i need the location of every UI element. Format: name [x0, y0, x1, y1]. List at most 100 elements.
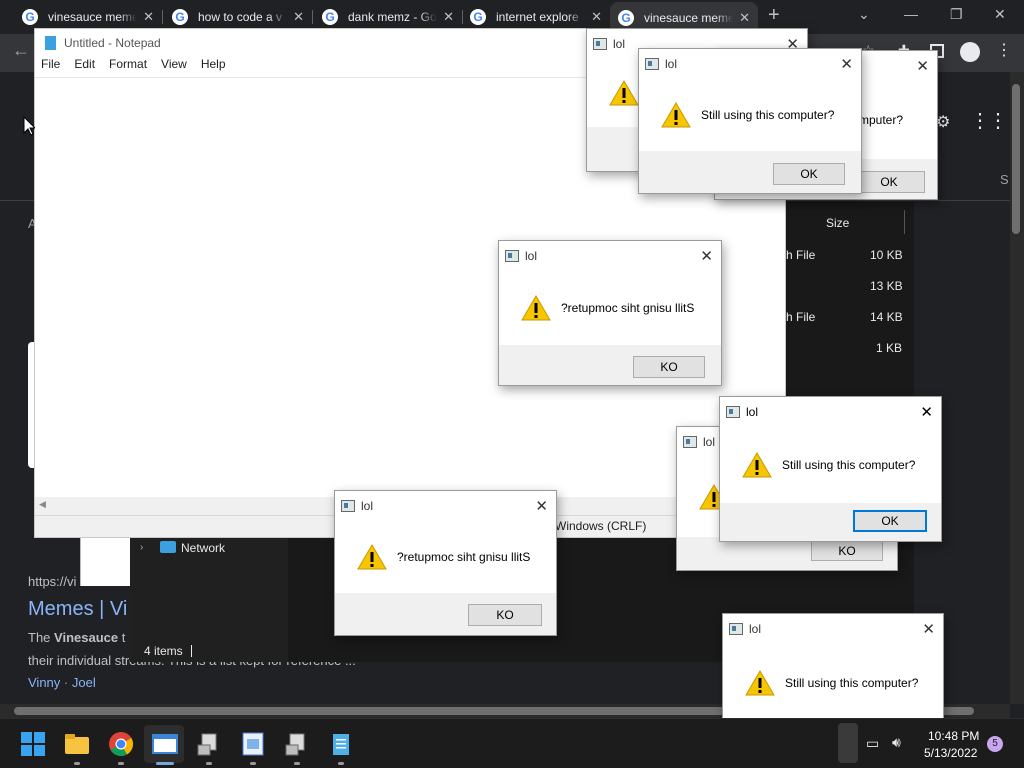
app-icon: [645, 58, 659, 70]
close-window-icon[interactable]: ✕: [994, 6, 1006, 23]
volume-icon[interactable]: 🔊︎: [892, 734, 901, 751]
ok-button[interactable]: OK: [853, 510, 927, 532]
scroll-left-icon[interactable]: ◀: [39, 499, 46, 510]
dialog-message-reversed: ?retupmoc siht gnisu llitS: [397, 550, 531, 564]
dialog-titlebar[interactable]: lol ✕: [335, 491, 556, 521]
settings-gear-icon[interactable]: ⚙: [936, 112, 950, 132]
dialog-titlebar[interactable]: lol ✕: [720, 397, 941, 427]
minimize-icon[interactable]: —: [904, 6, 918, 22]
ok-button[interactable]: OK: [853, 171, 925, 193]
program-icon[interactable]: [284, 731, 310, 757]
chrome-menu-icon[interactable]: ⋮: [996, 40, 1012, 60]
profile-avatar[interactable]: [960, 42, 980, 62]
tab-title: vinesauce meme: [48, 10, 138, 24]
browser-tab[interactable]: G internet explore ✕: [462, 4, 610, 30]
result-url[interactable]: https://vi: [28, 574, 76, 589]
notepad-title: Untitled - Notepad: [64, 36, 161, 50]
network-icon: [160, 541, 176, 553]
browser-tab[interactable]: G vinesauce meme ✕: [14, 4, 162, 30]
result-snippet: The Vinesauce t: [28, 630, 126, 645]
back-button[interactable]: ←: [12, 40, 30, 61]
file-row-size: 13 KB: [870, 279, 903, 293]
dialog-title: lol: [665, 57, 678, 71]
close-tab-icon[interactable]: ✕: [143, 9, 154, 25]
start-button[interactable]: [20, 731, 46, 757]
chrome-icon[interactable]: [108, 731, 134, 757]
result-title-link[interactable]: Memes | Vi: [28, 598, 127, 621]
close-icon[interactable]: ✕: [916, 57, 929, 75]
program-icon[interactable]: [196, 731, 222, 757]
dialog-titlebar[interactable]: lol ✕: [499, 241, 721, 271]
warning-icon: [745, 669, 775, 697]
file-row-type[interactable]: h File: [786, 310, 815, 324]
file-explorer-icon[interactable]: [64, 731, 90, 757]
image-viewer-icon[interactable]: [240, 731, 266, 757]
alert-dialog: lol ✕ ?retupmoc siht gnisu llitS KO: [498, 240, 722, 386]
close-icon[interactable]: ✕: [840, 55, 853, 73]
menu-edit[interactable]: Edit: [74, 57, 95, 77]
alert-dialog: lol ✕ Still using this computer? OK: [638, 48, 862, 194]
app-icon: [683, 436, 697, 448]
ko-button[interactable]: KO: [633, 356, 705, 378]
close-tab-icon[interactable]: ✕: [293, 9, 304, 25]
windows-taskbar: ▭ 🔊︎ 10:48 PM 5/13/2022 5: [0, 718, 1024, 768]
dialog-title: lol: [749, 622, 762, 636]
close-icon[interactable]: ✕: [920, 403, 933, 421]
menu-help[interactable]: Help: [201, 57, 226, 77]
clock-time[interactable]: 10:48 PM: [928, 729, 979, 743]
google-icon: G: [22, 9, 38, 25]
dialog-message: mputer?: [859, 113, 904, 127]
restore-icon[interactable]: ❐: [950, 6, 963, 23]
close-icon[interactable]: ✕: [535, 497, 548, 515]
scrollbar-thumb[interactable]: [1012, 84, 1020, 234]
item-count: 4 items: [144, 644, 183, 658]
file-row-size: 14 KB: [870, 310, 903, 324]
browser-tab[interactable]: G dank memz - Go ✕: [314, 4, 462, 30]
notepad-taskbar-icon[interactable]: [328, 731, 354, 757]
ko-button[interactable]: KO: [811, 541, 883, 561]
dialog-titlebar[interactable]: lol ✕: [723, 614, 943, 644]
warning-icon: [609, 79, 639, 107]
sitelinks: Vinny · Joel: [28, 675, 96, 690]
new-tab-button[interactable]: +: [768, 4, 780, 27]
menu-view[interactable]: View: [161, 57, 187, 77]
dialog-title: lol: [746, 405, 759, 419]
tab-search-icon[interactable]: ⌄: [858, 6, 870, 23]
menu-format[interactable]: Format: [109, 57, 147, 77]
dialog-title: lol: [361, 499, 374, 513]
dialog-title: lol: [703, 435, 716, 449]
sitelink-vinny[interactable]: Vinny: [28, 675, 60, 690]
dialog-message: Still using this computer?: [701, 108, 835, 122]
menu-file[interactable]: File: [41, 57, 60, 77]
nav-item-network[interactable]: Network: [181, 541, 225, 555]
close-icon[interactable]: ✕: [922, 620, 935, 638]
notepad-icon: [45, 36, 56, 50]
close-tab-icon[interactable]: ✕: [739, 10, 750, 26]
show-hidden-icons[interactable]: [838, 723, 858, 763]
sitelink-joel[interactable]: Joel: [72, 675, 96, 690]
notification-badge[interactable]: 5: [987, 736, 1003, 752]
dialog-message: Still using this computer?: [782, 458, 916, 472]
close-icon[interactable]: ✕: [700, 247, 713, 265]
expand-chevron-icon[interactable]: ›: [140, 542, 143, 553]
file-row-type[interactable]: h File: [786, 248, 815, 262]
file-row-size: 10 KB: [870, 248, 903, 262]
close-tab-icon[interactable]: ✕: [443, 9, 454, 25]
browser-tab[interactable]: G how to code a v ✕: [164, 4, 312, 30]
app-icon: [729, 623, 743, 635]
close-tab-icon[interactable]: ✕: [591, 9, 602, 25]
ko-button[interactable]: KO: [468, 604, 542, 626]
warning-icon: [357, 543, 387, 571]
ok-button[interactable]: OK: [773, 163, 845, 185]
line-ending-status: Windows (CRLF): [555, 519, 647, 533]
google-icon: G: [618, 10, 634, 26]
tab-title: internet explore: [496, 10, 579, 24]
google-icon: G: [172, 9, 188, 25]
dialog-titlebar[interactable]: lol ✕: [639, 49, 861, 79]
network-status-icon[interactable]: ▭: [866, 735, 879, 752]
tab-title: how to code a v: [198, 10, 283, 24]
app-window-icon[interactable]: [152, 731, 178, 757]
dialog-message: Still using this computer?: [785, 676, 919, 690]
column-header-size[interactable]: Size: [826, 216, 849, 230]
clock-date[interactable]: 5/13/2022: [924, 746, 977, 760]
